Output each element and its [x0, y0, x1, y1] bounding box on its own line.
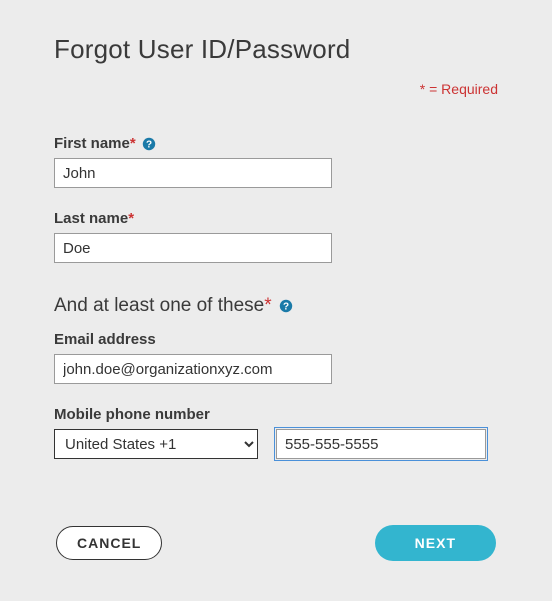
cancel-button[interactable]: CANCEL	[56, 526, 162, 560]
first-name-label-text: First name	[54, 135, 130, 152]
email-field[interactable]	[54, 354, 332, 384]
first-name-label: First name* ?	[54, 135, 498, 152]
section-at-least-one-text: And at least one of these	[54, 295, 264, 316]
help-icon[interactable]: ?	[142, 137, 156, 151]
page-title: Forgot User ID/Password	[54, 34, 498, 65]
first-name-field[interactable]	[54, 158, 332, 188]
svg-text:?: ?	[146, 140, 152, 151]
help-icon[interactable]: ?	[279, 299, 293, 313]
last-name-field[interactable]	[54, 233, 332, 263]
last-name-label-text: Last name	[54, 210, 128, 227]
phone-number-field[interactable]	[276, 429, 486, 459]
last-name-label: Last name*	[54, 210, 498, 227]
phone-label: Mobile phone number	[54, 406, 498, 423]
section-at-least-one: And at least one of these* ?	[54, 295, 498, 317]
required-asterisk: *	[128, 210, 134, 227]
required-legend: * = Required	[54, 81, 498, 97]
required-asterisk: *	[130, 135, 136, 152]
email-label: Email address	[54, 331, 498, 348]
next-button[interactable]: NEXT	[375, 525, 496, 561]
svg-text:?: ?	[283, 301, 289, 312]
country-code-select[interactable]: United States +1	[54, 429, 258, 459]
required-asterisk: *	[264, 295, 271, 316]
